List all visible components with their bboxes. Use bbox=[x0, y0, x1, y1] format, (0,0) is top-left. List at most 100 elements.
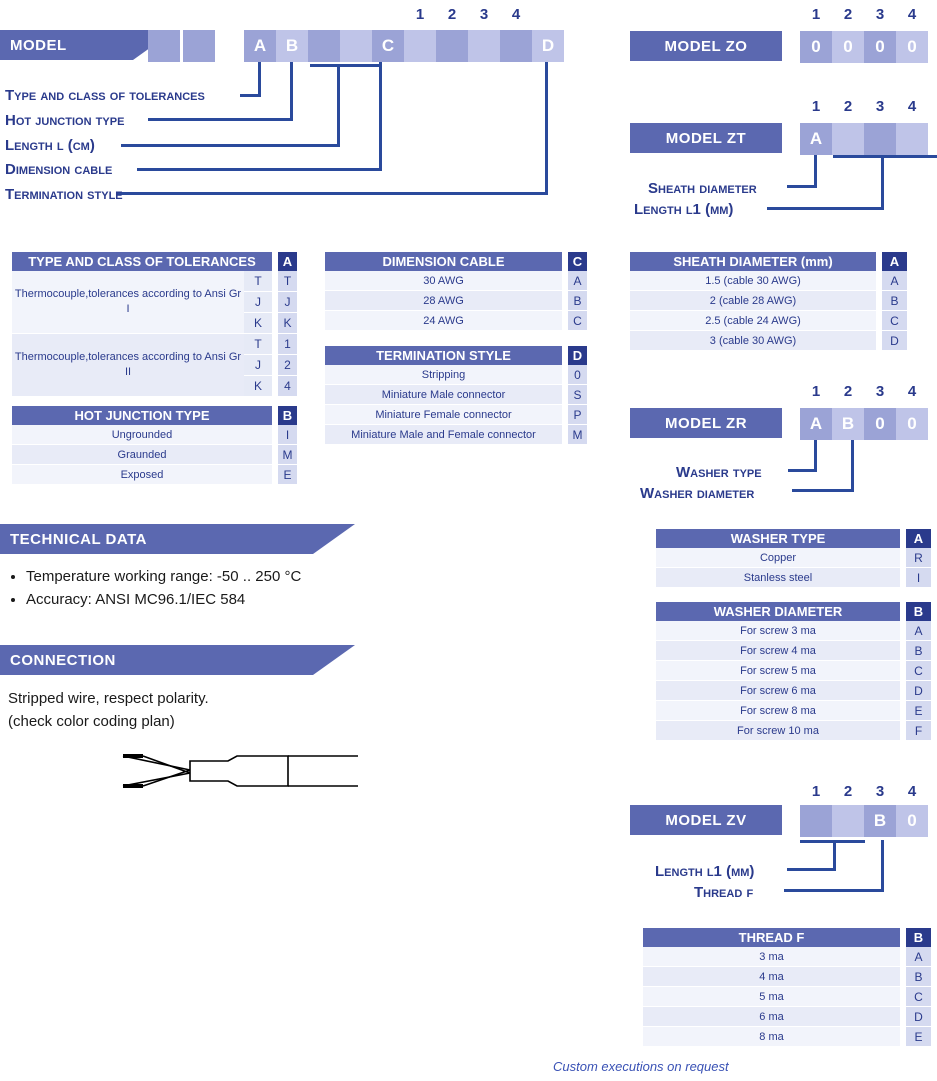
model-cell-10[interactable] bbox=[468, 30, 500, 62]
table-row: Copper R bbox=[656, 548, 931, 568]
column-number: 2 bbox=[843, 383, 853, 400]
leader-line-vertical bbox=[290, 62, 293, 121]
row-code: B bbox=[906, 967, 931, 987]
model-zo-column-numbers: 1 2 3 4 bbox=[800, 6, 928, 23]
model-cell-8[interactable] bbox=[404, 30, 436, 62]
model-zt-cell-4[interactable] bbox=[896, 123, 928, 155]
tolerance-code: 4 bbox=[278, 376, 297, 397]
model-cell-9[interactable] bbox=[436, 30, 468, 62]
row-code: C bbox=[906, 661, 931, 681]
table-type-class-tolerances: TYPE AND CLASS OF TOLERANCES A Thermocou… bbox=[12, 252, 297, 397]
leader-line-horizontal bbox=[784, 889, 884, 892]
row-label: For screw 8 ma bbox=[656, 701, 900, 721]
model-cell-c[interactable]: C bbox=[372, 30, 404, 62]
leader-line-vertical bbox=[833, 840, 836, 871]
leader-line-vertical bbox=[881, 155, 884, 210]
table-thread-f: THREAD F B 3 ma A 4 ma B 5 ma C 6 ma D 8… bbox=[643, 928, 931, 1047]
table-hot-junction-type: HOT JUNCTION TYPE B Ungrounded I Graunde… bbox=[12, 406, 297, 485]
tolerance-type: K bbox=[244, 313, 272, 334]
model-zt-cell-2[interactable] bbox=[832, 123, 864, 155]
model-zv-cell-4[interactable]: 0 bbox=[896, 805, 928, 837]
model-cell-1[interactable] bbox=[148, 30, 180, 62]
tolerance-group-description: Thermocouple,tolerances according to Ans… bbox=[12, 334, 244, 397]
model-zt-banner: MODEL ZT bbox=[630, 123, 782, 153]
callout-sheath-diameter: Sheath diameter bbox=[648, 180, 757, 197]
model-cell-d[interactable]: D bbox=[532, 30, 564, 62]
model-cell-2[interactable] bbox=[183, 30, 215, 62]
table-header-code: D bbox=[568, 346, 587, 365]
row-code: A bbox=[906, 947, 931, 967]
model-zr-cell-1[interactable]: A bbox=[800, 408, 832, 440]
table-header-label: THREAD F bbox=[643, 928, 900, 947]
table-header-label: SHEATH DIAMETER (mm) bbox=[630, 252, 876, 271]
row-label: Miniature Male connector bbox=[325, 385, 562, 405]
model-zv-cell-1[interactable] bbox=[800, 805, 832, 837]
callout-washer-diameter: Washer diameter bbox=[640, 485, 755, 502]
row-code: F bbox=[906, 721, 931, 741]
model-cell-11[interactable] bbox=[500, 30, 532, 62]
model-zo-cell-4[interactable]: 0 bbox=[896, 31, 928, 63]
table-header-row: TERMINATION STYLE D bbox=[325, 346, 587, 365]
model-zr-code-cells: A B 0 0 bbox=[800, 408, 928, 440]
model-zt-cell-3[interactable] bbox=[864, 123, 896, 155]
model-zo-code-cells: 0 0 0 0 bbox=[800, 31, 928, 63]
model-zv-cell-3[interactable]: B bbox=[864, 805, 896, 837]
connection-banner: CONNECTION bbox=[0, 645, 355, 675]
technical-data-banner: TECHNICAL DATA bbox=[0, 524, 355, 554]
model-cell-b[interactable]: B bbox=[276, 30, 308, 62]
model-cell-5[interactable] bbox=[308, 30, 340, 62]
leader-line-vertical bbox=[545, 62, 548, 195]
model-zr-cell-3[interactable]: 0 bbox=[864, 408, 896, 440]
table-header-label: WASHER TYPE bbox=[656, 529, 900, 548]
table-row: Miniature Female connector P bbox=[325, 405, 587, 425]
column-number: 2 bbox=[843, 783, 853, 800]
table-header-code: B bbox=[906, 928, 931, 947]
row-code: M bbox=[568, 425, 587, 445]
table-row: For screw 3 ma A bbox=[656, 621, 931, 641]
column-number: 1 bbox=[415, 6, 425, 23]
table-row: Ungrounded I bbox=[12, 425, 297, 445]
row-code: I bbox=[906, 568, 931, 588]
row-label: Miniature Male and Female connector bbox=[325, 425, 562, 445]
table-row: For screw 10 ma F bbox=[656, 721, 931, 741]
leader-line-horizontal bbox=[116, 192, 548, 195]
leader-line-vertical bbox=[851, 440, 854, 492]
model-cell-6[interactable] bbox=[340, 30, 372, 62]
row-code: S bbox=[568, 385, 587, 405]
column-number: 4 bbox=[907, 98, 917, 115]
model-zr-cell-4[interactable]: 0 bbox=[896, 408, 928, 440]
model-zr-banner: MODEL ZR bbox=[630, 408, 782, 438]
table-row: 6 ma D bbox=[643, 1007, 931, 1027]
model-zt-code-cells: A bbox=[800, 123, 928, 155]
leader-bracket-top bbox=[310, 64, 382, 67]
leader-line-horizontal bbox=[137, 168, 382, 171]
model-zo-cell-3[interactable]: 0 bbox=[864, 31, 896, 63]
tolerance-group-description: Thermocouple,tolerances according to Ans… bbox=[12, 271, 244, 334]
tolerance-type: T bbox=[244, 334, 272, 355]
column-number: 2 bbox=[843, 6, 853, 23]
row-code: B bbox=[882, 291, 907, 311]
model-zt-banner-label: MODEL ZT bbox=[665, 129, 747, 147]
leader-line-horizontal bbox=[767, 207, 884, 210]
technical-data-item: Accuracy: ANSI MC96.1/IEC 584 bbox=[26, 588, 368, 611]
row-label: 3 ma bbox=[643, 947, 900, 967]
model-zt-cell-1[interactable]: A bbox=[800, 123, 832, 155]
column-number: 1 bbox=[811, 98, 821, 115]
model-zv-cell-2[interactable] bbox=[832, 805, 864, 837]
model-zr-column-numbers: 1 2 3 4 bbox=[800, 383, 928, 400]
model-zr-cell-2[interactable]: B bbox=[832, 408, 864, 440]
connection-line-1: Stripped wire, respect polarity. bbox=[8, 690, 209, 707]
model-zo-cell-2[interactable]: 0 bbox=[832, 31, 864, 63]
row-label: Ungrounded bbox=[12, 425, 272, 445]
row-code: A bbox=[906, 621, 931, 641]
table-row: 30 AWG A bbox=[325, 271, 587, 291]
model-cell-a[interactable]: A bbox=[244, 30, 276, 62]
row-code: B bbox=[568, 291, 587, 311]
table-row: 3 (cable 30 AWG) D bbox=[630, 331, 907, 351]
row-code: P bbox=[568, 405, 587, 425]
table-header-row: THREAD F B bbox=[643, 928, 931, 947]
column-number: 1 bbox=[811, 383, 821, 400]
row-code: D bbox=[882, 331, 907, 351]
model-zo-cell-1[interactable]: 0 bbox=[800, 31, 832, 63]
row-label: 6 ma bbox=[643, 1007, 900, 1027]
